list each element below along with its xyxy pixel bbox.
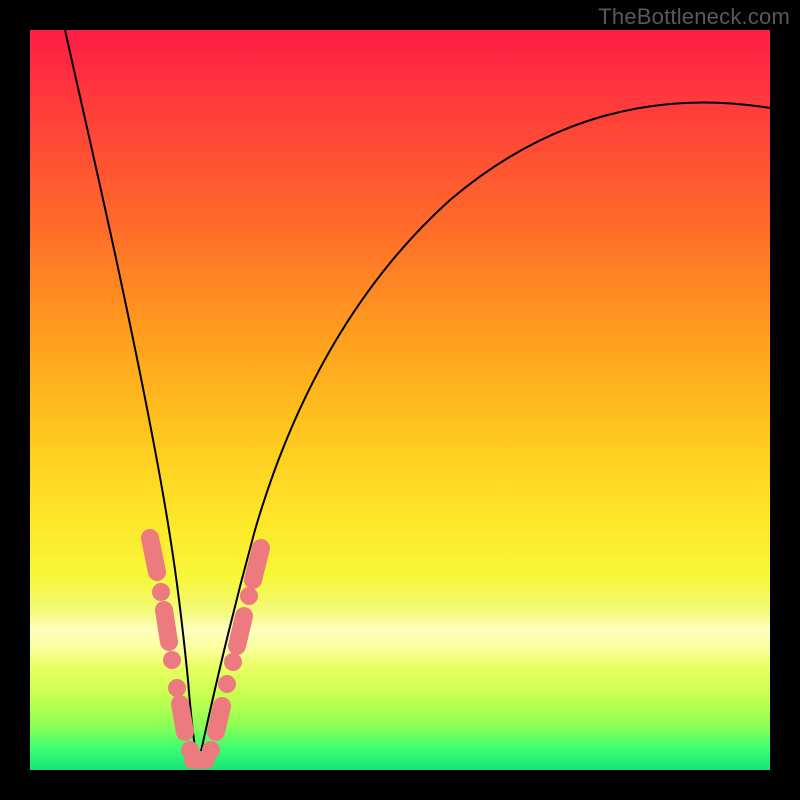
marker-pill bbox=[180, 704, 185, 732]
marker-dot bbox=[202, 741, 220, 759]
marker-dot bbox=[240, 587, 258, 605]
bottleneck-right-branch bbox=[198, 102, 770, 765]
marker-pill bbox=[216, 706, 222, 732]
marker-pill bbox=[164, 610, 169, 642]
marker-dot bbox=[152, 583, 170, 601]
curve-layer bbox=[30, 30, 770, 770]
watermark-text: TheBottleneck.com bbox=[598, 4, 790, 30]
marker-pill bbox=[150, 538, 157, 572]
chart-frame: TheBottleneck.com bbox=[0, 0, 800, 800]
marker-dot bbox=[218, 675, 236, 693]
marker-dot bbox=[168, 679, 186, 697]
marker-pill bbox=[237, 616, 244, 646]
marker-dot bbox=[163, 651, 181, 669]
marker-pill bbox=[253, 548, 261, 580]
marker-dot bbox=[224, 653, 242, 671]
plot-area bbox=[30, 30, 770, 770]
